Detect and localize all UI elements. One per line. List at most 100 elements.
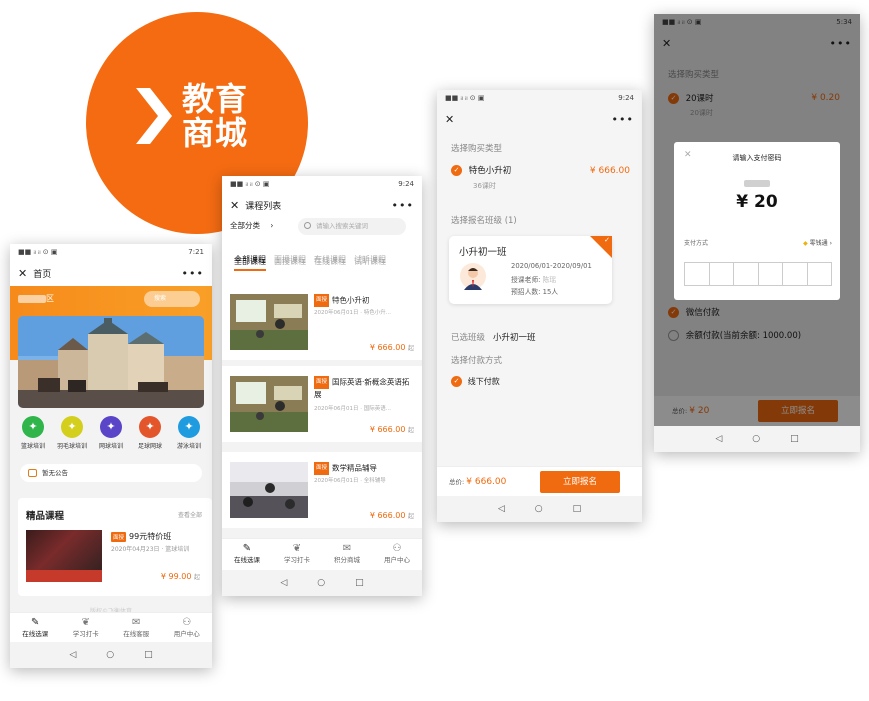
course-tag: 面授 <box>314 294 330 307</box>
home-icon[interactable]: ○ <box>752 434 760 444</box>
selected-class: 已选班级 小升初一班 <box>451 331 536 343</box>
brand-title: 教育 商城 <box>182 82 248 150</box>
tab-user-center[interactable]: ⚇ 用户中心 <box>384 539 410 570</box>
close-icon[interactable]: ✕ <box>230 199 239 212</box>
notice-bar[interactable]: 暂无公告 <box>20 464 202 482</box>
home-icon[interactable]: ○ <box>317 578 325 588</box>
close-icon[interactable]: ✕ <box>18 267 27 280</box>
status-bar: ■■ ᵢₗ ᵢₗ ⊙ ▣ 9:24 <box>222 176 422 192</box>
course-title: 面授 数学精品辅导 <box>314 462 414 475</box>
course-title[interactable]: 面授 99元特价班 <box>111 531 171 542</box>
phone-enroll: ■■ ᵢₗ ᵢₗ ⊙ ▣ 9:24 ✕ ••• 选择购买类型 ✓ 特色小升初 3… <box>437 90 642 522</box>
tab-label: 用户中心 <box>384 556 410 564</box>
location-selector[interactable]: 区 <box>18 293 54 304</box>
teacher-name: 陈瑶 <box>542 276 557 284</box>
recent-apps-icon[interactable]: □ <box>144 650 153 660</box>
tab-check-in[interactable]: ❦ 学习打卡 <box>284 539 310 570</box>
more-icon[interactable]: ••• <box>612 113 634 126</box>
course-meta: 2020年06月01日 · 全科辅导 <box>314 478 386 484</box>
course-list-item[interactable]: 面授 数学精品辅导 2020年06月01日 · 全科辅导 ¥ 666.00 起 <box>222 452 422 528</box>
status-icons: ■■ ᵢₗ ᵢₗ ⊙ ▣ <box>445 94 485 102</box>
category-item[interactable]: ✦ 足球网球 <box>131 416 169 450</box>
phone-home: ■■ ᵢₗ ᵢₗ ⊙ ▣ 7:21 ✕ 首页 ••• 区 搜索 ✦ 篮球培训 ✦… <box>10 244 212 668</box>
course-price: ¥ 99.00 起 <box>161 572 200 581</box>
tab-all-courses[interactable]: 全部课程 <box>234 256 266 271</box>
swimming-icon: ✦ <box>178 416 200 438</box>
course-list-item[interactable]: 面授 国际英语·新概念英语拓展 2020年06月01日 · 国际英语... ¥ 6… <box>222 366 422 442</box>
recent-apps-icon[interactable]: □ <box>790 434 799 444</box>
leaf-icon: ❦ <box>81 617 90 628</box>
purchase-option[interactable]: ✓ 特色小升初 <box>451 164 511 176</box>
course-thumbnail[interactable] <box>26 530 102 582</box>
featured-courses-card: 精品课程 查看全部 面授 99元特价班 2020年04月23日 · 篮球培训 ¥ … <box>18 498 212 596</box>
notice-icon <box>28 469 37 477</box>
back-icon[interactable]: ◁ <box>715 434 722 444</box>
badminton-icon: ✦ <box>61 416 83 438</box>
section-title: 选择付款方式 <box>451 356 503 366</box>
phone-course-list: ■■ ᵢₗ ᵢₗ ⊙ ▣ 9:24 ✕ 课程列表 ••• 全部分类 › 请输入搜… <box>222 176 422 596</box>
course-meta: 2020年06月01日 · 特色小升... <box>314 310 391 316</box>
tab-label: 在线客服 <box>123 630 150 638</box>
search-input[interactable]: 请输入搜索关键词 <box>298 218 406 235</box>
payment-option[interactable]: ✓ 线下付款 <box>451 376 500 387</box>
system-nav-bar: ◁ ○ □ <box>222 570 422 596</box>
tab-course-select[interactable]: ✎ 在线选课 <box>22 613 48 642</box>
pay-method-value: 零钱通 <box>809 240 828 247</box>
category-item[interactable]: ✦ 游泳培训 <box>170 416 208 450</box>
course-thumbnail <box>230 462 308 518</box>
tab-face-courses[interactable]: 面授课程 <box>274 256 306 271</box>
section-title: 选择报名班级 (1) <box>451 216 517 226</box>
more-icon[interactable]: ••• <box>392 199 414 212</box>
search-placeholder: 请输入搜索关键词 <box>316 222 368 230</box>
class-card[interactable]: ✓ 小升初一班 2020/06/01-2020/09/01 授课老师: 陈瑶 预… <box>449 236 612 304</box>
tab-trial-courses[interactable]: 试听课程 <box>354 256 386 271</box>
category-item[interactable]: ✦ 羽毛球培训 <box>53 416 91 450</box>
course-tag: 面授 <box>111 531 127 542</box>
pencil-icon: ✎ <box>31 617 40 628</box>
football-icon: ✦ <box>139 416 161 438</box>
tab-user-center[interactable]: ⚇ 用户中心 <box>174 613 200 642</box>
close-icon[interactable]: ✕ <box>445 113 454 126</box>
back-icon[interactable]: ◁ <box>498 504 505 514</box>
home-icon[interactable]: ○ <box>535 504 543 514</box>
basketball-icon: ✦ <box>22 416 44 438</box>
user-icon: ⚇ <box>392 543 402 554</box>
tab-label: 学习打卡 <box>72 630 99 638</box>
teacher-label: 授课老师: <box>511 276 543 284</box>
system-nav-bar: ◁ ○ □ <box>654 426 860 452</box>
tennis-icon: ✦ <box>100 416 122 438</box>
back-icon[interactable]: ◁ <box>280 578 287 588</box>
category-item[interactable]: ✦ 网球培训 <box>92 416 130 450</box>
category-label: 足球网球 <box>137 443 162 450</box>
category-item[interactable]: ✦ 篮球培训 <box>14 416 52 450</box>
search-input[interactable]: 搜索 <box>144 291 200 307</box>
category-label: 羽毛球培训 <box>56 443 87 450</box>
pin-input[interactable] <box>684 262 832 286</box>
course-list-item[interactable]: 面授 特色小升初 2020年06月01日 · 特色小升... ¥ 666.00 起 <box>222 284 422 360</box>
tab-label: 学习打卡 <box>284 556 310 564</box>
tab-online-courses[interactable]: 在线课程 <box>314 256 346 271</box>
tab-points-mall[interactable]: ✉ 积分商城 <box>334 539 360 570</box>
back-icon[interactable]: ◁ <box>69 650 76 660</box>
search-placeholder: 搜索 <box>154 295 167 302</box>
view-all-link[interactable]: 查看全部 <box>178 510 202 519</box>
pin-digit <box>685 263 710 285</box>
status-bar: ■■ ᵢₗ ᵢₗ ⊙ ▣ 9:24 <box>437 90 642 106</box>
payee-blurred <box>744 180 770 187</box>
category-label: 网球培训 <box>98 443 123 450</box>
tab-check-in[interactable]: ❦ 学习打卡 <box>73 613 99 642</box>
course-title-text: 99元特价班 <box>129 532 172 541</box>
tab-course-select[interactable]: ✎ 在线选课 <box>234 539 260 570</box>
home-icon[interactable]: ○ <box>106 650 114 660</box>
page-title: 课程列表 <box>245 201 282 212</box>
banner-image[interactable] <box>18 316 204 408</box>
enroll-button[interactable]: 立即报名 <box>540 471 620 493</box>
tab-label: 用户中心 <box>173 630 200 638</box>
category-filter[interactable]: 全部分类 › <box>230 220 273 231</box>
recent-apps-icon[interactable]: □ <box>355 578 364 588</box>
tab-customer-service[interactable]: ✉ 在线客服 <box>123 613 149 642</box>
recent-apps-icon[interactable]: □ <box>573 504 582 514</box>
pay-method-selector[interactable]: ◆ 零钱通 › <box>803 238 832 247</box>
status-time: 9:24 <box>398 180 414 188</box>
more-icon[interactable]: ••• <box>182 267 204 280</box>
